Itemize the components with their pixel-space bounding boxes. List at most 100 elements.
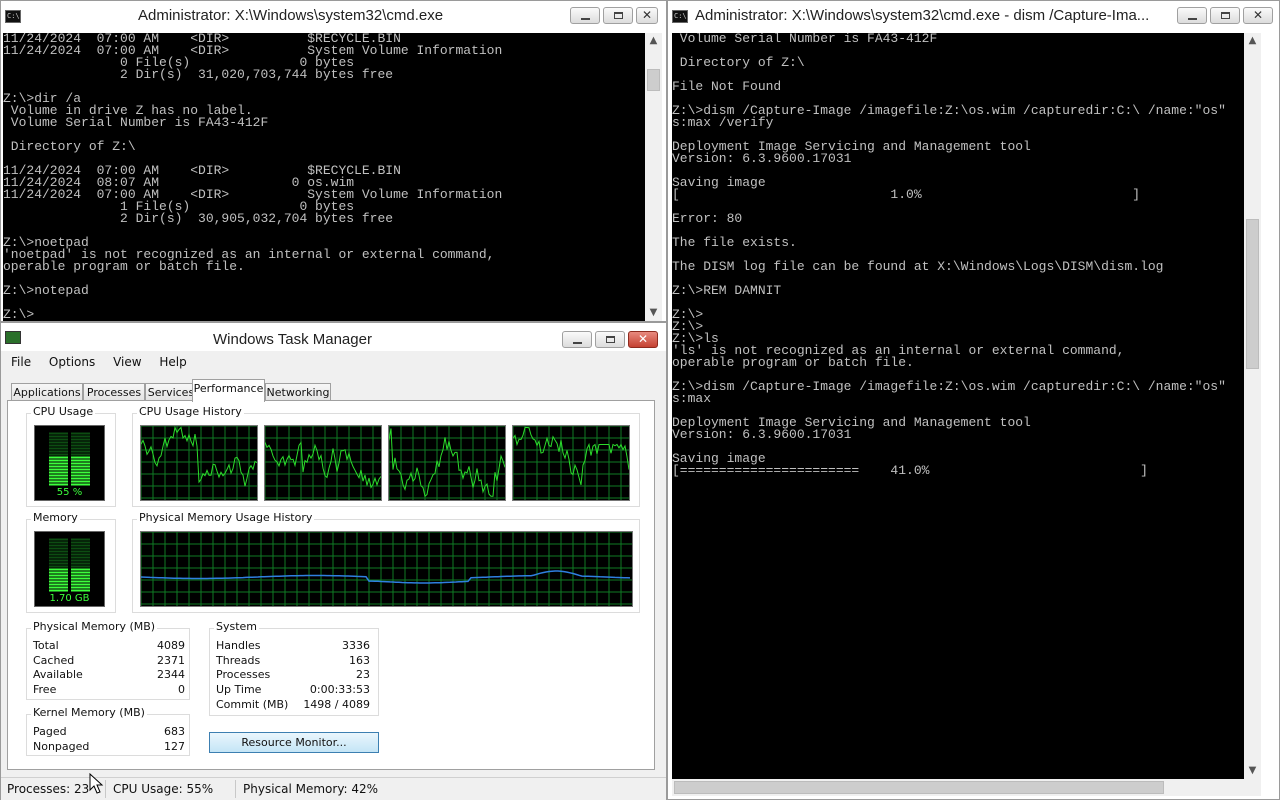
meter-segment <box>71 559 90 562</box>
status-separator <box>235 780 236 798</box>
performance-panel: CPU Usage 55 % CPU Usage History Memory … <box>7 400 655 770</box>
left-cmd-title: Administrator: X:\Windows\system32\cmd.e… <box>138 7 444 24</box>
stat-value: 4089 <box>157 639 185 652</box>
stat-value: 683 <box>164 725 185 738</box>
meter-segment <box>49 447 68 450</box>
console-line: 2 Dir(s) 31,020,703,744 bytes free <box>3 67 394 82</box>
stat-row: Up Time 0:00:33:53 <box>216 683 370 698</box>
scrollbar-thumb[interactable] <box>1246 219 1259 369</box>
console-line: s:max /verify <box>672 115 774 130</box>
menu-help[interactable]: Help <box>159 353 186 369</box>
tab-networking[interactable]: Networking <box>265 383 331 401</box>
maximize-button[interactable] <box>603 7 633 24</box>
stat-value: 127 <box>164 739 185 753</box>
close-button[interactable]: ✕ <box>1243 7 1273 24</box>
memory-history-line <box>141 532 632 606</box>
task-manager-window[interactable]: Windows Task Manager ✕ File Options View… <box>0 322 667 800</box>
status-processes: Processes: 23 <box>7 782 90 796</box>
meter-segment <box>71 474 90 477</box>
meter-segment <box>71 456 90 459</box>
maximize-button[interactable] <box>1210 7 1240 24</box>
close-button[interactable]: ✕ <box>636 7 658 24</box>
meter-segment <box>71 562 90 565</box>
console-line: operable program or batch file. <box>672 355 914 370</box>
left-cmd-titlebar[interactable]: C:\ Administrator: X:\Windows\system32\c… <box>1 1 666 33</box>
menu-options[interactable]: Options <box>49 353 95 369</box>
physical-memory-label: Physical Memory (MB) <box>31 620 158 633</box>
cmd-icon: C:\ <box>5 10 21 23</box>
left-cmd-window[interactable]: C:\ Administrator: X:\Windows\system32\c… <box>0 0 667 322</box>
stat-key: Paged <box>33 725 67 738</box>
tab-applications[interactable]: Applications <box>11 383 83 401</box>
meter-segment <box>49 456 68 459</box>
console-line: Version: 6.3.9600.17031 <box>672 151 852 166</box>
left-console-output[interactable]: 11/24/2024 07:00 AM <DIR> $RECYCLE.BIN 11… <box>3 33 645 321</box>
task-manager-icon <box>5 331 21 344</box>
console-line: [ 1.0% ] <box>672 187 1141 202</box>
left-console-scrollbar[interactable]: ▲ ▼ <box>645 33 662 321</box>
maximize-button[interactable] <box>595 331 625 348</box>
console-line: Z:\>notepad <box>3 283 89 298</box>
meter-segment <box>49 453 68 456</box>
cpu-history-line <box>265 426 381 500</box>
meter-segment <box>71 571 90 574</box>
scroll-up-arrow-icon[interactable]: ▲ <box>1244 33 1261 49</box>
tab-processes[interactable]: Processes <box>83 383 145 401</box>
console-line: operable program or batch file. <box>3 259 245 274</box>
stat-key: Cached <box>33 653 75 667</box>
memory-group: Memory 1.70 GB <box>26 511 116 613</box>
meter-segment <box>49 435 68 438</box>
stat-key: Nonpaged <box>33 739 90 753</box>
cpu-history-group: CPU Usage History <box>132 405 640 507</box>
stat-row: Cached 2371 <box>33 654 185 669</box>
meter-segment <box>49 471 68 474</box>
minimize-button[interactable] <box>570 7 600 24</box>
scroll-down-arrow-icon[interactable]: ▼ <box>645 305 662 321</box>
stat-key: Commit (MB) <box>216 697 289 711</box>
cpu-usage-label: CPU Usage <box>31 405 96 418</box>
meter-segment <box>71 453 90 456</box>
right-console-hscrollbar[interactable] <box>672 779 1261 796</box>
stat-key: Threads <box>216 653 261 667</box>
hscrollbar-thumb[interactable] <box>674 781 1164 794</box>
right-cmd-titlebar[interactable]: C:\ Administrator: X:\Windows\system32\c… <box>668 1 1279 33</box>
meter-segment <box>71 465 90 468</box>
memory-history-graph <box>140 531 633 607</box>
minimize-icon <box>581 18 590 20</box>
meter-segment <box>71 480 90 483</box>
stat-row: Threads 163 <box>216 654 370 669</box>
minimize-button[interactable] <box>562 331 592 348</box>
menu-view[interactable]: View <box>113 353 141 369</box>
close-button[interactable]: ✕ <box>628 331 658 348</box>
cpu-trace <box>513 427 629 486</box>
right-cmd-window[interactable]: C:\ Administrator: X:\Windows\system32\c… <box>667 0 1280 800</box>
stat-key: Processes <box>216 668 271 682</box>
meter-segment <box>71 483 90 486</box>
right-console-output[interactable]: Volume Serial Number is FA43-412F Direct… <box>672 33 1244 779</box>
meter-segment <box>71 580 90 583</box>
maximize-icon <box>614 12 623 19</box>
right-console-vscrollbar[interactable]: ▲ ▼ <box>1244 33 1261 779</box>
scrollbar-thumb[interactable] <box>647 69 660 91</box>
task-manager-titlebar[interactable]: Windows Task Manager ✕ <box>1 323 666 351</box>
scroll-up-arrow-icon[interactable]: ▲ <box>645 33 662 49</box>
resource-monitor-button[interactable]: Resource Monitor... <box>209 732 379 753</box>
menu-file[interactable]: File <box>11 353 31 369</box>
meter-segment <box>49 568 68 571</box>
scroll-down-arrow-icon[interactable]: ▼ <box>1244 763 1261 779</box>
minimize-button[interactable] <box>1177 7 1207 24</box>
meter-segment <box>71 556 90 559</box>
maximize-icon <box>606 336 615 343</box>
tab-performance[interactable]: Performance <box>192 379 265 402</box>
meter-segment <box>49 468 68 471</box>
meter-segment <box>71 435 90 438</box>
tab-services[interactable]: Services <box>145 383 197 401</box>
status-separator <box>105 780 106 798</box>
meter-segment <box>49 553 68 556</box>
meter-segment <box>49 574 68 577</box>
meter-segment <box>49 544 68 547</box>
console-line: Error: 80 <box>672 211 743 226</box>
